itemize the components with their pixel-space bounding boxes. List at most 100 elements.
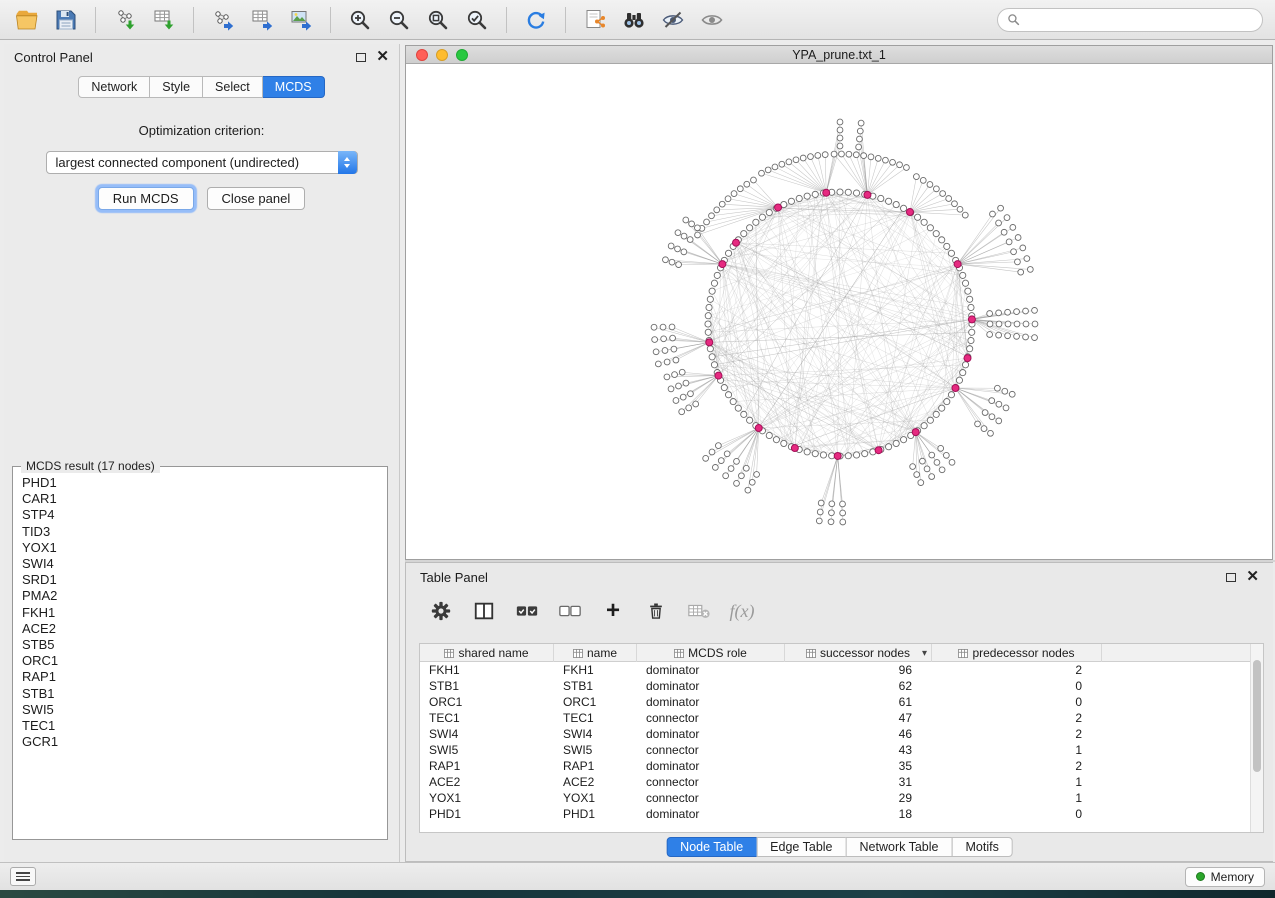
network-node[interactable] [1001, 229, 1007, 235]
network-node[interactable] [924, 466, 930, 472]
network-node[interactable] [840, 501, 846, 507]
column-header-predecessor-nodes[interactable]: predecessor nodes [932, 644, 1102, 662]
tab-style[interactable]: Style [150, 76, 203, 98]
network-dominator-node[interactable] [719, 261, 726, 268]
network-node[interactable] [745, 487, 751, 493]
show-hide-button[interactable] [697, 5, 727, 35]
network-node[interactable] [960, 272, 966, 278]
network-node[interactable] [676, 383, 682, 389]
network-node[interactable] [893, 201, 899, 207]
sort-chevron-icon[interactable]: ▾ [922, 648, 927, 659]
network-dominator-node[interactable] [952, 384, 959, 391]
network-node[interactable] [987, 321, 993, 327]
add-column-button[interactable]: + [600, 598, 626, 624]
network-node[interactable] [709, 354, 715, 360]
network-node[interactable] [1020, 245, 1026, 251]
show-columns-button[interactable] [471, 598, 497, 624]
search-box[interactable] [997, 8, 1263, 32]
network-node[interactable] [938, 445, 944, 451]
mcds-node-item[interactable]: PMA2 [22, 588, 385, 604]
run-mcds-button[interactable]: Run MCDS [98, 187, 194, 210]
mcds-node-item[interactable]: SWI5 [22, 702, 385, 718]
network-node[interactable] [853, 190, 859, 196]
network-node[interactable] [957, 206, 963, 212]
network-node[interactable] [683, 380, 689, 386]
network-node[interactable] [731, 191, 737, 197]
network-node[interactable] [994, 385, 1000, 391]
export-table-button[interactable] [247, 5, 277, 35]
network-node[interactable] [967, 296, 973, 302]
network-node[interactable] [857, 136, 863, 142]
mcds-node-item[interactable]: SRD1 [22, 572, 385, 588]
table-row[interactable]: STB1STB1dominator620 [420, 678, 1263, 694]
close-panel-icon[interactable]: ✕ [1246, 572, 1259, 582]
network-node[interactable] [1005, 321, 1011, 327]
network-node[interactable] [1006, 239, 1012, 245]
network-node[interactable] [829, 501, 835, 507]
network-node[interactable] [904, 165, 910, 171]
network-node[interactable] [828, 519, 834, 525]
network-node[interactable] [940, 191, 946, 197]
network-node[interactable] [840, 510, 846, 516]
network-node[interactable] [982, 410, 988, 416]
table-row[interactable]: SWI5SWI5connector431 [420, 742, 1263, 758]
network-node[interactable] [933, 186, 939, 192]
network-node[interactable] [878, 195, 884, 201]
float-panel-icon[interactable] [1226, 573, 1236, 582]
network-node[interactable] [837, 135, 843, 141]
network-node[interactable] [861, 153, 867, 159]
network-node[interactable] [921, 423, 927, 429]
network-node[interactable] [703, 455, 709, 461]
function-builder-button[interactable]: f(x) [729, 598, 755, 624]
network-node[interactable] [662, 348, 668, 354]
network-node[interactable] [728, 466, 734, 472]
column-header-shared-name[interactable]: shared name [420, 644, 554, 662]
network-node[interactable] [1023, 321, 1029, 327]
network-node[interactable] [683, 217, 689, 223]
network-node[interactable] [927, 225, 933, 231]
network-node[interactable] [725, 196, 731, 202]
network-node[interactable] [664, 359, 670, 365]
network-node[interactable] [910, 464, 916, 470]
network-node[interactable] [815, 153, 821, 159]
network-node[interactable] [744, 181, 750, 187]
close-panel-icon[interactable]: ✕ [376, 52, 389, 62]
network-node[interactable] [793, 157, 799, 163]
table-row[interactable]: PHD1PHD1dominator180 [420, 806, 1263, 822]
network-node[interactable] [920, 458, 926, 464]
network-node[interactable] [975, 421, 981, 427]
network-node[interactable] [686, 405, 692, 411]
network-node[interactable] [707, 346, 713, 352]
network-node[interactable] [939, 467, 945, 473]
network-node[interactable] [921, 219, 927, 225]
zoom-in-button[interactable] [345, 5, 375, 35]
mcds-node-item[interactable]: FKH1 [22, 605, 385, 621]
network-node[interactable] [772, 164, 778, 170]
network-node[interactable] [1010, 225, 1016, 231]
network-node[interactable] [822, 152, 828, 158]
network-node[interactable] [1003, 405, 1009, 411]
network-node[interactable] [929, 452, 935, 458]
network-node[interactable] [968, 304, 974, 310]
network-node[interactable] [885, 198, 891, 204]
network-node[interactable] [1005, 309, 1011, 315]
network-node[interactable] [1018, 269, 1024, 275]
refresh-button[interactable] [521, 5, 551, 35]
table-settings-button[interactable] [428, 598, 454, 624]
network-node[interactable] [735, 405, 741, 411]
network-node[interactable] [725, 250, 731, 256]
network-node[interactable] [668, 243, 674, 249]
network-node[interactable] [773, 437, 779, 443]
network-node[interactable] [739, 473, 745, 479]
graphics-details-button[interactable] [658, 5, 688, 35]
network-node[interactable] [766, 209, 772, 215]
network-node[interactable] [989, 414, 995, 420]
network-node[interactable] [856, 144, 862, 150]
float-panel-icon[interactable] [356, 53, 366, 62]
network-node[interactable] [804, 193, 810, 199]
network-node[interactable] [754, 472, 760, 478]
network-node[interactable] [839, 151, 845, 157]
network-node[interactable] [1002, 388, 1008, 394]
tab-network[interactable]: Network [78, 76, 150, 98]
network-node[interactable] [664, 374, 670, 380]
